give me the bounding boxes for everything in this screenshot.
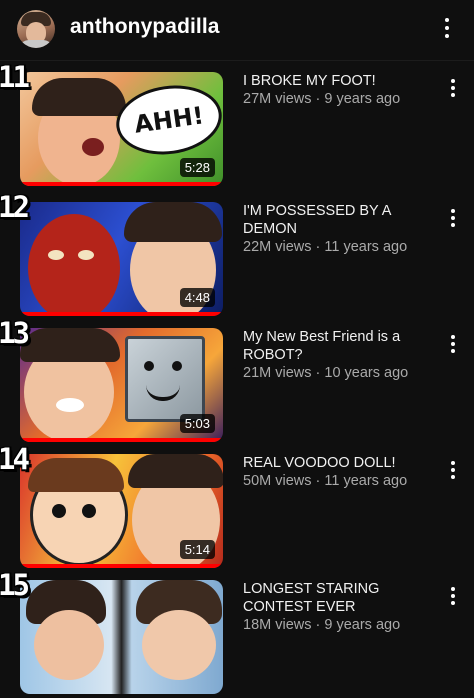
video-title[interactable]: I BROKE MY FOOT! — [243, 72, 433, 90]
video-thumbnail[interactable]: 5:03 — [20, 328, 223, 442]
video-row[interactable]: 15 LONGEST STARING CONTEST EVER 18M view… — [0, 568, 474, 698]
video-row[interactable]: 12 4:48 I'M POSSESSED BY A DEMON 22M vie… — [0, 190, 474, 320]
rank-number: 15 — [0, 568, 30, 602]
robot-figure — [125, 336, 205, 422]
rank-number: 14 — [0, 442, 30, 476]
video-thumbnail[interactable]: 4:48 — [20, 202, 223, 316]
video-info[interactable]: REAL VOODOO DOLL! 50M views · 11 years a… — [243, 454, 433, 490]
rank-number: 12 — [0, 190, 30, 224]
channel-avatar[interactable] — [17, 10, 55, 48]
video-meta: 27M views · 9 years ago — [243, 91, 401, 107]
video-title[interactable]: LONGEST STARING CONTEST EVER — [243, 580, 433, 616]
video-thumbnail[interactable] — [20, 580, 223, 694]
more-vertical-icon[interactable] — [446, 585, 460, 607]
watch-progress — [20, 564, 223, 568]
video-info[interactable]: I'M POSSESSED BY A DEMON 22M views · 11 … — [243, 202, 433, 256]
rank-number: 11 — [0, 60, 30, 94]
video-info[interactable]: I BROKE MY FOOT! 27M views · 9 years ago — [243, 72, 433, 108]
video-thumbnail[interactable]: AHH! 5:28 — [20, 72, 223, 186]
video-title[interactable]: REAL VOODOO DOLL! — [243, 454, 433, 472]
more-vertical-icon[interactable] — [446, 459, 460, 481]
more-vertical-icon[interactable] — [446, 333, 460, 355]
duration-badge: 5:14 — [179, 540, 215, 559]
thumbnail-image — [20, 580, 223, 694]
watch-progress — [20, 438, 223, 442]
video-row[interactable]: 13 5:03 My New Best Friend is a ROBOT? 2… — [0, 316, 474, 446]
video-meta: 21M views · 10 years ago — [243, 365, 409, 381]
video-row[interactable]: 11 AHH! 5:28 I BROKE MY FOOT! 27M views … — [0, 60, 474, 190]
channel-header: anthonypadilla — [0, 0, 474, 61]
duration-badge: 5:03 — [179, 414, 215, 433]
video-thumbnail[interactable]: 5:14 — [20, 454, 223, 568]
video-row[interactable]: 14 5:14 REAL VOODOO DOLL! 50M views · 11… — [0, 442, 474, 572]
watch-progress — [20, 312, 223, 316]
more-vertical-icon[interactable] — [446, 207, 460, 229]
video-meta: 22M views · 11 years ago — [243, 239, 408, 255]
video-title[interactable]: I'M POSSESSED BY A DEMON — [243, 202, 433, 238]
watch-progress — [20, 182, 223, 186]
rank-number: 13 — [0, 316, 30, 350]
thumbnail-caption: AHH! — [111, 78, 223, 162]
video-meta: 50M views · 11 years ago — [243, 473, 408, 489]
more-vertical-icon[interactable] — [446, 77, 460, 99]
duration-badge: 4:48 — [179, 288, 215, 307]
channel-name[interactable]: anthonypadilla — [70, 15, 220, 39]
video-title[interactable]: My New Best Friend is a ROBOT? — [243, 328, 433, 364]
video-info[interactable]: LONGEST STARING CONTEST EVER 18M views ·… — [243, 580, 433, 634]
video-info[interactable]: My New Best Friend is a ROBOT? 21M views… — [243, 328, 433, 382]
avatar-shirt — [19, 40, 53, 48]
more-vertical-icon[interactable] — [440, 16, 454, 40]
video-meta: 18M views · 9 years ago — [243, 617, 401, 633]
duration-badge: 5:28 — [179, 158, 215, 177]
